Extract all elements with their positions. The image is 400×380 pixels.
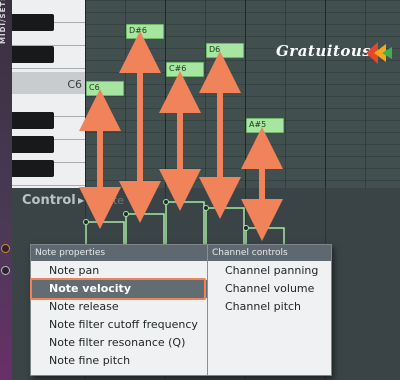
- velocity-handle[interactable]: [83, 219, 89, 225]
- velocity-bar[interactable]: [125, 213, 165, 244]
- velocity-handle[interactable]: [203, 205, 209, 211]
- note-properties-section: Note properties Note pan Note velocity N…: [31, 245, 207, 375]
- velocity-bar[interactable]: [165, 201, 205, 244]
- velocity-bar[interactable]: [85, 221, 125, 244]
- menu-item-channel-volume[interactable]: Channel volume: [208, 280, 331, 298]
- velocity-handle[interactable]: [123, 211, 129, 217]
- menu-item-note-release[interactable]: Note release: [31, 298, 207, 316]
- velocity-handle[interactable]: [163, 199, 169, 205]
- fl-studio-piano-roll: MIDI/SETS C6 C6 D#6 C#6 D6 A#5: [0, 0, 400, 380]
- menu-item-note-filter-resonance[interactable]: Note filter resonance (Q): [31, 334, 207, 352]
- menu-item-note-filter-cutoff[interactable]: Note filter cutoff frequency: [31, 316, 207, 334]
- scrollbar[interactable]: [332, 260, 400, 380]
- velocity-bars[interactable]: [83, 199, 285, 245]
- selection-highlight-outline: [30, 278, 206, 300]
- annotation-arrows: [79, 30, 283, 241]
- menu-item-channel-panning[interactable]: Channel panning: [208, 262, 331, 280]
- menu-section-header: Note properties: [31, 245, 207, 261]
- velocity-handle[interactable]: [243, 225, 249, 231]
- control-target-menu[interactable]: Note properties Note pan Note velocity N…: [30, 244, 332, 376]
- velocity-bar[interactable]: [205, 207, 245, 244]
- channel-controls-section: Channel controls Channel panning Channel…: [208, 245, 331, 375]
- velocity-bar[interactable]: [245, 227, 285, 244]
- menu-item-note-fine-pitch[interactable]: Note fine pitch: [31, 352, 207, 370]
- menu-section-header: Channel controls: [208, 245, 331, 261]
- menu-item-channel-pitch[interactable]: Channel pitch: [208, 298, 331, 316]
